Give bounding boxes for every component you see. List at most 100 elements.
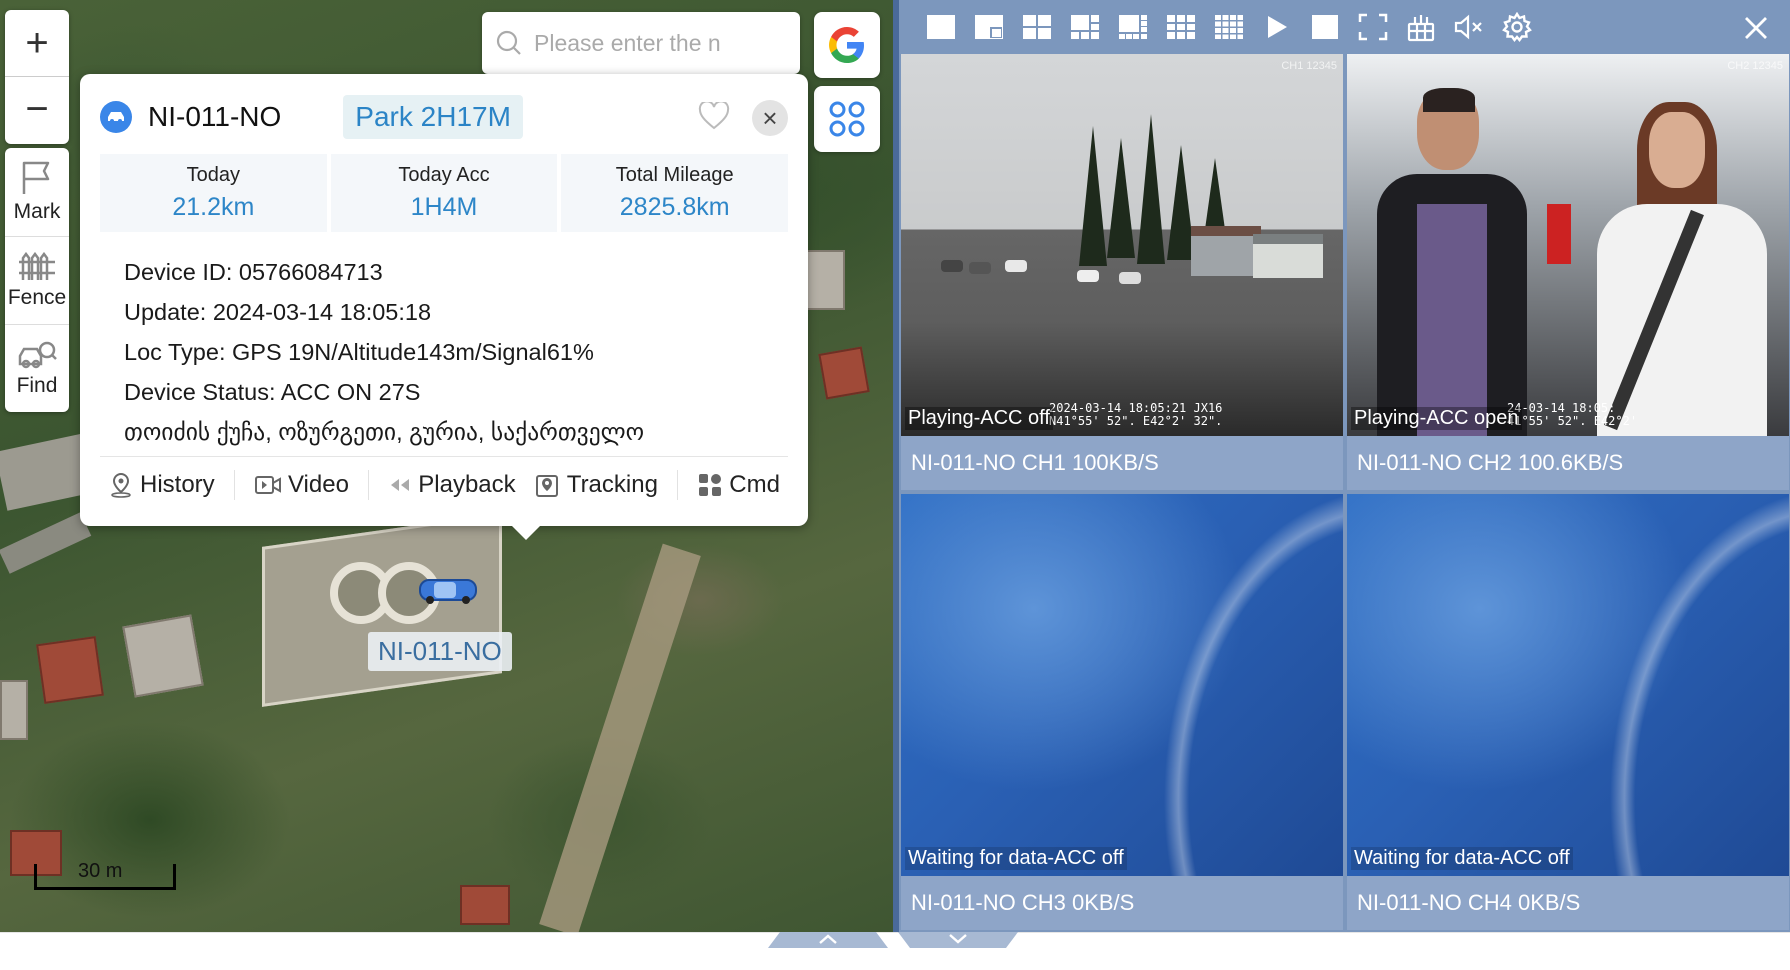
- scene-passenger-face: [1649, 112, 1705, 188]
- tracking-icon: [535, 474, 558, 497]
- popup-plate: NI-011-NO: [148, 101, 282, 132]
- grid-layers-icon: [829, 101, 865, 137]
- device-id: Device ID: 05766084713: [124, 259, 383, 285]
- video-feed-ch2[interactable]: CH2 12345 24-03-14 18:05: 41°55' 52". E42…: [1347, 54, 1789, 436]
- scene-tree: [1107, 138, 1135, 258]
- satellite-map[interactable]: + − Mark Fence Find Please enter the n N…: [0, 0, 893, 932]
- vehicle-marker-label: NI-011-NO: [368, 632, 512, 671]
- vehicle-marker[interactable]: [416, 572, 480, 611]
- popup-header: NI-011-NO Park 2H17M ×: [100, 92, 788, 142]
- favorite-heart-icon[interactable]: [698, 102, 730, 130]
- collapse-down-tab[interactable]: [898, 932, 1018, 948]
- video-footer-ch3: NI-011-NO CH3 0KB/S: [901, 876, 1343, 930]
- google-icon: [829, 27, 864, 63]
- layout-pip-button[interactable]: [965, 3, 1013, 51]
- google-map-button[interactable]: [814, 12, 880, 78]
- tracking-button[interactable]: Tracking: [535, 471, 658, 499]
- video-feed-ch4[interactable]: Waiting for data-ACC off: [1347, 494, 1789, 876]
- chevron-down-icon: [949, 934, 967, 944]
- park-status-badge: Park 2H17M: [343, 95, 523, 139]
- video-feed-ch3[interactable]: Waiting for data-ACC off: [901, 494, 1343, 876]
- scene-driver-hair: [1423, 88, 1475, 112]
- layout-eight-icon: [1119, 15, 1147, 39]
- scene-car: [1119, 272, 1141, 284]
- video-label: Video: [287, 470, 349, 498]
- map-building: [818, 346, 870, 400]
- scene-building: [1253, 234, 1323, 278]
- zoom-control: + −: [5, 10, 69, 144]
- video-panel-close-button[interactable]: [1734, 6, 1778, 50]
- scene-car: [969, 262, 991, 274]
- video-cell-ch3[interactable]: Waiting for data-ACC off NI-011-NO CH3 0…: [901, 494, 1343, 930]
- layout-single-icon: [927, 15, 955, 39]
- zoom-out-button[interactable]: −: [5, 76, 69, 142]
- map-layers-button[interactable]: [814, 86, 880, 152]
- layout-4-button[interactable]: [1013, 3, 1061, 51]
- video-feed-ch1[interactable]: CH1 12345 2024-03-14 18:05:21 JX16 N41°55…: [901, 54, 1343, 436]
- channel-watermark: CH1 12345: [1281, 60, 1337, 72]
- scene-seat: [1547, 204, 1571, 264]
- play-all-button[interactable]: [1253, 3, 1301, 51]
- video-cell-ch2[interactable]: CH2 12345 24-03-14 18:05: 41°55' 52". E42…: [1347, 54, 1789, 490]
- mute-button[interactable]: [1445, 3, 1493, 51]
- popup-close-button[interactable]: ×: [752, 100, 788, 136]
- video-toolbar: [899, 0, 1790, 54]
- app-root: + − Mark Fence Find Please enter the n N…: [0, 0, 1790, 970]
- layout-8-button[interactable]: [1109, 3, 1157, 51]
- layout-6-button[interactable]: [1061, 3, 1109, 51]
- car-search-icon: [18, 341, 57, 368]
- cmd-button[interactable]: Cmd: [697, 471, 780, 499]
- fullscreen-button[interactable]: [1349, 3, 1397, 51]
- device-status: Device Status: ACC ON 27S: [124, 379, 421, 405]
- find-tool-button[interactable]: Find: [5, 324, 69, 412]
- bottom-panel-bar: [0, 932, 1790, 970]
- zoom-in-button[interactable]: +: [5, 10, 69, 76]
- fullscreen-icon: [1358, 13, 1388, 41]
- video-timestamp: 24-03-14 18:05: 41°55' 52". E42°2': [1507, 401, 1638, 428]
- map-search-box: [482, 12, 800, 74]
- fence-tool-button[interactable]: Fence: [5, 236, 69, 324]
- layout-9-button[interactable]: [1157, 3, 1205, 51]
- video-panel: CH1 12345 2024-03-14 18:05:21 JX16 N41°55…: [899, 0, 1790, 932]
- video-camera-icon: [254, 475, 281, 494]
- tracking-label: Tracking: [566, 470, 658, 498]
- video-cell-ch4[interactable]: Waiting for data-ACC off NI-011-NO CH4 0…: [1347, 494, 1789, 930]
- layout-nine-icon: [1167, 15, 1195, 39]
- map-search-input[interactable]: [534, 29, 774, 57]
- channel-watermark: CH2 12345: [1727, 60, 1783, 72]
- location-pin-icon: [111, 472, 131, 498]
- layout-1-button[interactable]: [917, 3, 965, 51]
- map-building: [805, 250, 845, 310]
- layout-pip-icon: [975, 15, 1003, 39]
- mark-tool-button[interactable]: Mark: [5, 148, 69, 236]
- video-button[interactable]: Video: [254, 471, 349, 499]
- video-cell-ch1[interactable]: CH1 12345 2024-03-14 18:05:21 JX16 N41°55…: [901, 54, 1343, 490]
- stat-value: 21.2km: [172, 193, 255, 221]
- video-settings-button[interactable]: [1493, 3, 1541, 51]
- video-status-ch1: Playing-ACC off: [905, 407, 1053, 430]
- close-icon: [1745, 17, 1767, 39]
- expand-up-tab[interactable]: [768, 932, 888, 948]
- vehicle-info-popup: NI-011-NO Park 2H17M × Today 21.2km Toda…: [80, 74, 808, 540]
- stat-label: Today: [186, 164, 241, 186]
- play-icon: [1268, 16, 1287, 38]
- stop-all-button[interactable]: [1301, 3, 1349, 51]
- intercom-icon: [1407, 15, 1435, 42]
- stat-total-mileage: Total Mileage 2825.8km: [561, 154, 789, 232]
- stat-value: 2825.8km: [619, 193, 730, 221]
- history-button[interactable]: History: [108, 471, 215, 499]
- mileage-stats: Today 21.2km Today Acc 1H4M Total Mileag…: [100, 154, 789, 232]
- gear-icon: [1502, 12, 1532, 42]
- map-building: [0, 680, 28, 740]
- update-time: Update: 2024-03-14 18:05:18: [124, 299, 432, 325]
- popup-actions: History Video Playback Tracking Cmd: [100, 456, 788, 512]
- map-building: [36, 636, 104, 704]
- playback-button[interactable]: Playback: [388, 471, 516, 499]
- layout-16-button[interactable]: [1205, 3, 1253, 51]
- map-road: [0, 512, 92, 574]
- video-status-ch3: Waiting for data-ACC off: [905, 847, 1127, 870]
- intercom-button[interactable]: [1397, 3, 1445, 51]
- map-building: [122, 614, 204, 698]
- loc-type: Loc Type: GPS 19N/Altitude143m/Signal61%: [124, 339, 594, 365]
- close-icon: ×: [762, 102, 778, 133]
